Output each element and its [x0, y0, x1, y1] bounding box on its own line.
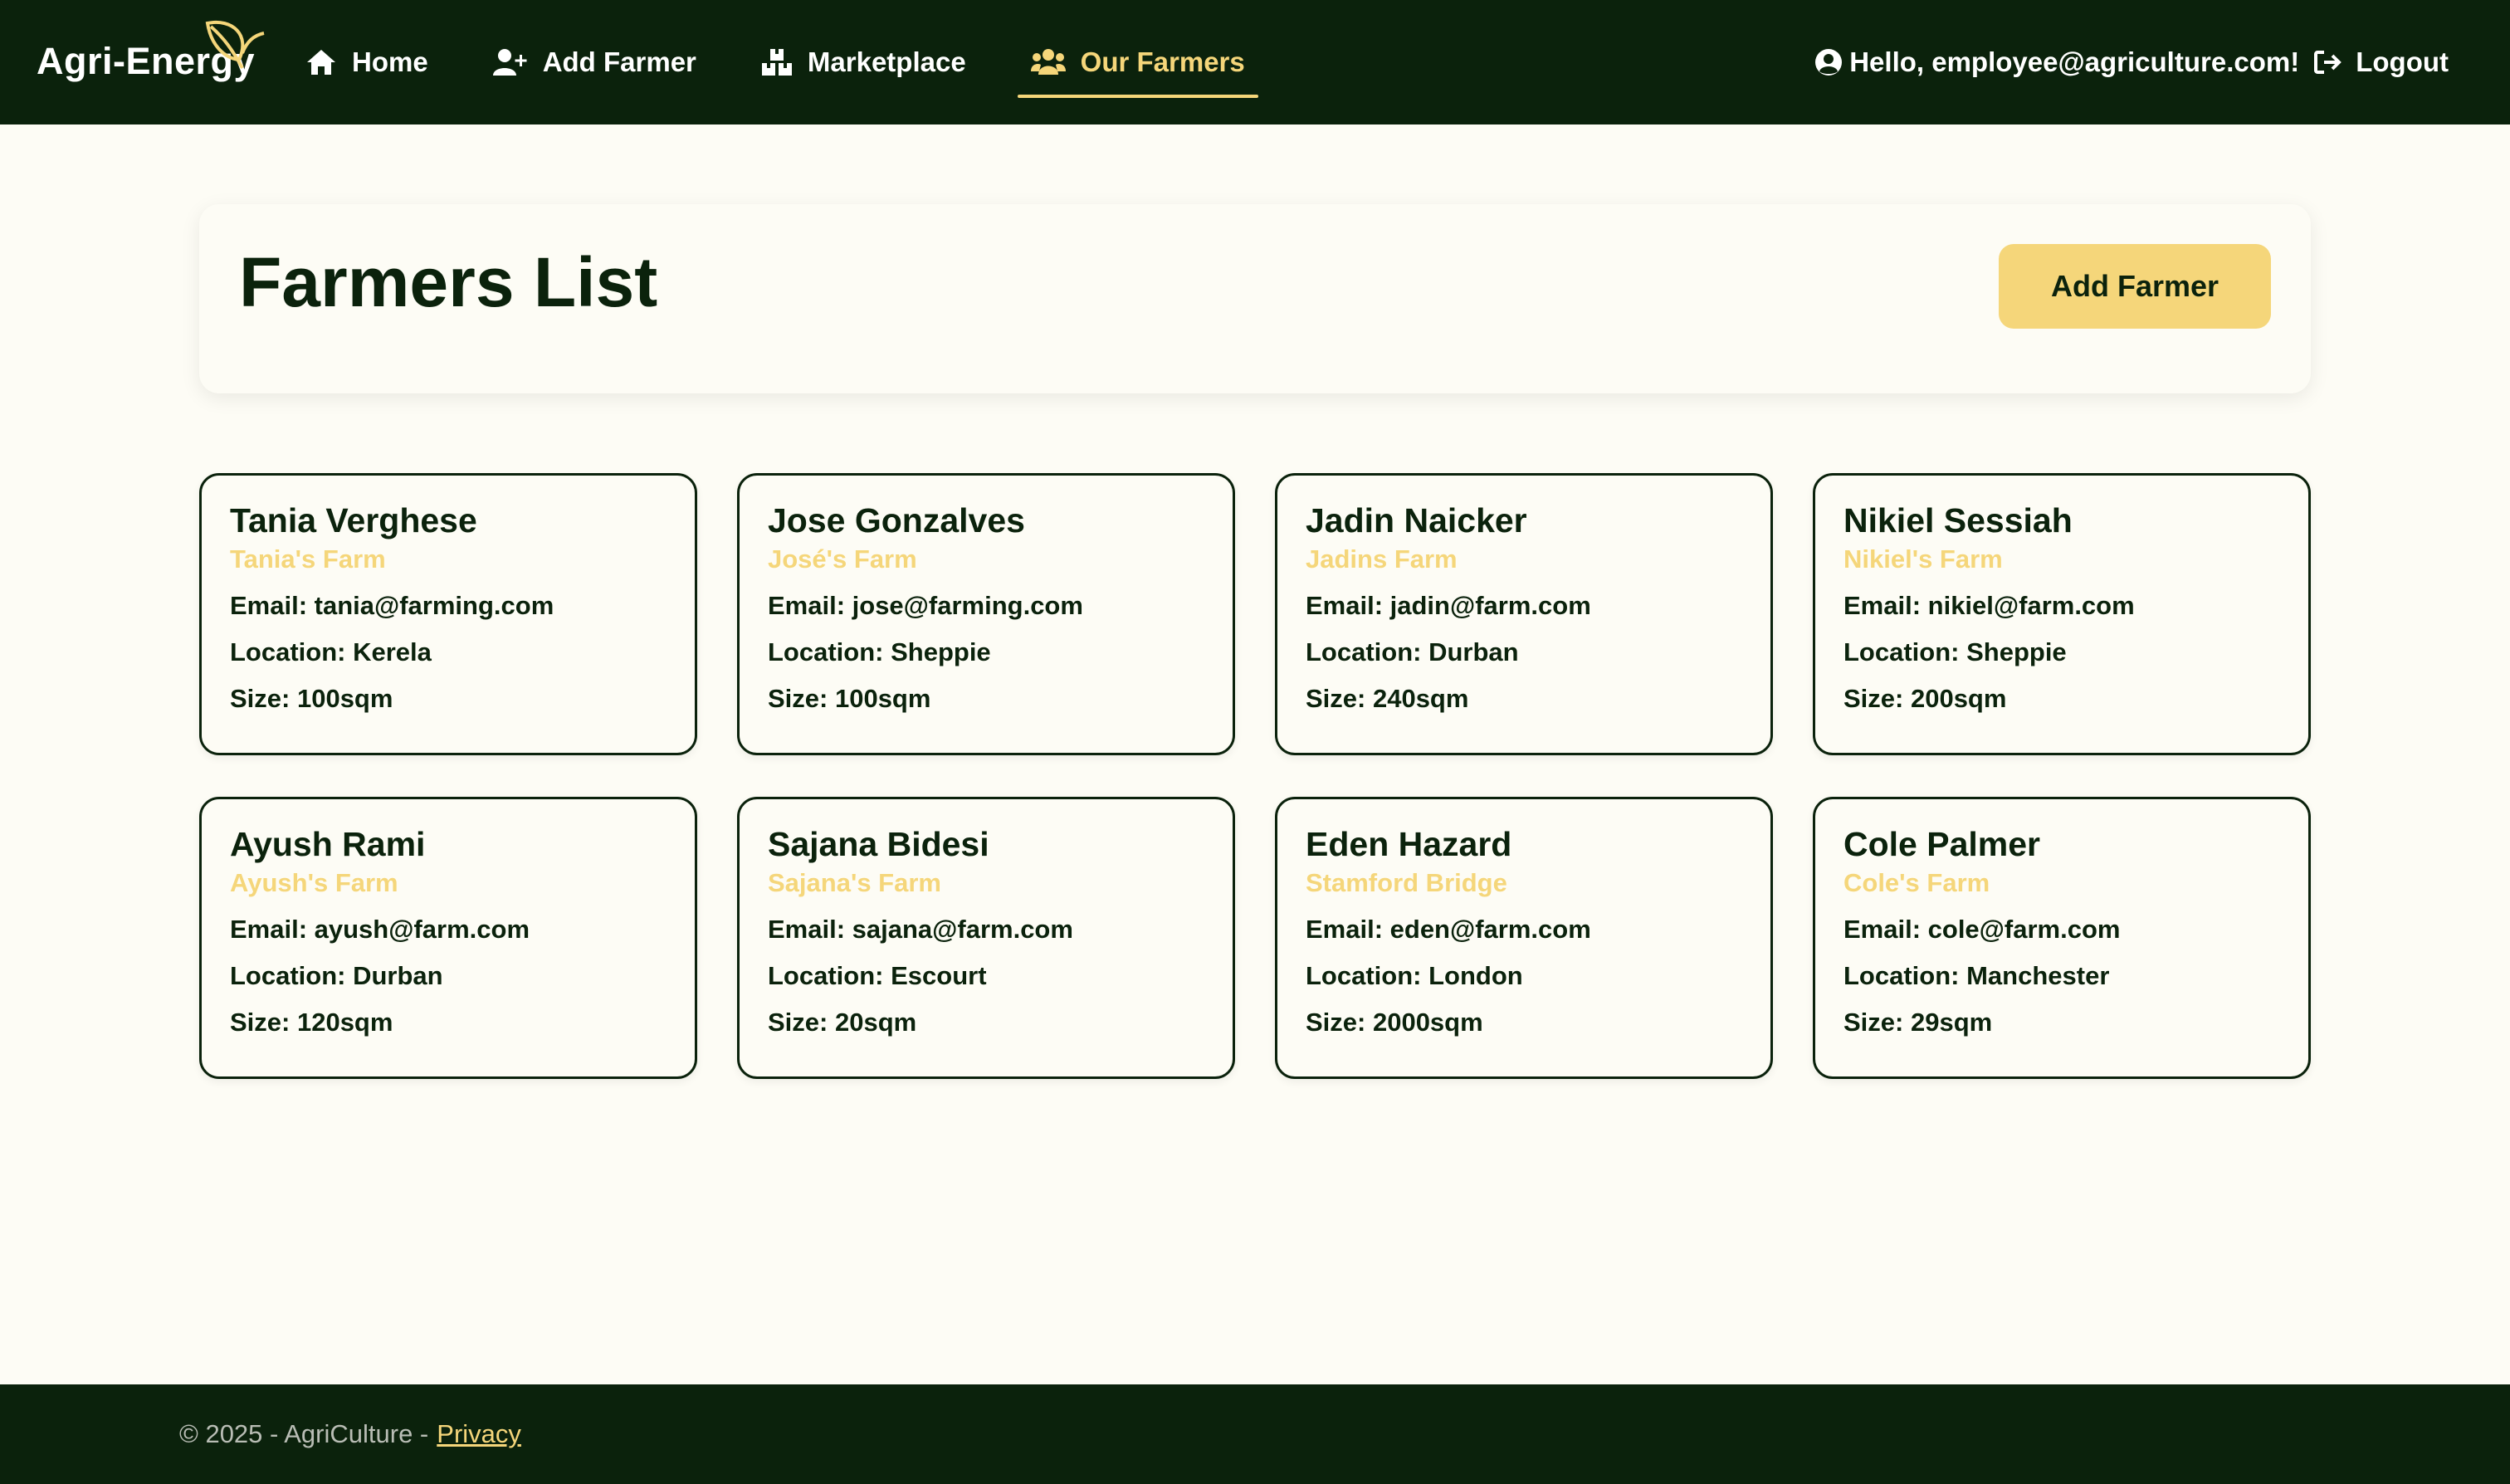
home-icon: [307, 50, 335, 75]
farmer-email: Email: cole@farm.com: [1843, 915, 2121, 945]
user-greeting: Hello, employee@agriculture.com!: [1814, 46, 2299, 78]
farmer-location: Location: Durban: [230, 961, 443, 991]
farmer-location: Location: Kerela: [230, 637, 432, 667]
user-plus-icon: [492, 49, 527, 76]
page-title: Farmers List: [239, 243, 658, 321]
farmer-location: Location: Sheppie: [1843, 637, 2067, 667]
farmer-size: Size: 20sqm: [768, 1008, 917, 1037]
farmer-name: Eden Hazard: [1306, 825, 1512, 863]
farmer-card[interactable]: Jadin Naicker Jadins Farm Email: jadin@f…: [1275, 473, 1773, 755]
farmer-location: Location: Manchester: [1843, 961, 2110, 991]
farmer-location: Location: London: [1306, 961, 1523, 991]
users-icon: [1030, 49, 1066, 75]
farmer-location: Location: Escourt: [768, 961, 987, 991]
farmer-card[interactable]: Nikiel Sessiah Nikiel's Farm Email: niki…: [1813, 473, 2311, 755]
nav-item-label: Home: [352, 46, 428, 77]
farmer-size: Size: 2000sqm: [1306, 1008, 1483, 1037]
farmer-name: Sajana Bidesi: [768, 825, 989, 863]
user-circle-icon: [1815, 49, 1843, 76]
farmer-size: Size: 120sqm: [230, 1008, 393, 1037]
nav-links: Home Add Farmer Marketplace Our Farmers: [305, 0, 1310, 124]
farmer-email: Email: tania@farming.com: [230, 591, 554, 621]
nav-item-label: Add Farmer: [542, 46, 696, 77]
farmer-card[interactable]: Jose Gonzalves José's Farm Email: jose@f…: [737, 473, 1235, 755]
farm-name: Nikiel's Farm: [1843, 544, 2003, 574]
farmer-card[interactable]: Ayush Rami Ayush's Farm Email: ayush@far…: [199, 797, 697, 1079]
add-farmer-button[interactable]: Add Farmer: [1999, 244, 2271, 329]
farmer-email: Email: eden@farm.com: [1306, 915, 1591, 945]
farmer-email: Email: ayush@farm.com: [230, 915, 530, 945]
farmer-location: Location: Sheppie: [768, 637, 991, 667]
nav-item-add-farmer[interactable]: Add Farmer: [492, 0, 696, 124]
farmer-email: Email: sajana@farm.com: [768, 915, 1073, 945]
nav-item-our-farmers[interactable]: Our Farmers: [1017, 0, 1258, 124]
farm-name: Sajana's Farm: [768, 868, 941, 898]
nav-item-home[interactable]: Home: [305, 0, 428, 124]
farmer-size: Size: 200sqm: [1843, 684, 2007, 714]
nav-item-label: Marketplace: [807, 46, 966, 77]
boxes-icon: [761, 49, 792, 76]
farmer-name: Ayush Rami: [230, 825, 426, 863]
farmers-grid: Tania Verghese Tania's Farm Email: tania…: [199, 473, 2311, 1079]
farmer-card[interactable]: Tania Verghese Tania's Farm Email: tania…: [199, 473, 697, 755]
farmer-card[interactable]: Sajana Bidesi Sajana's Farm Email: sajan…: [737, 797, 1235, 1079]
farmer-size: Size: 240sqm: [1306, 684, 1469, 714]
farmer-card[interactable]: Eden Hazard Stamford Bridge Email: eden@…: [1275, 797, 1773, 1079]
farmer-name: Nikiel Sessiah: [1843, 501, 2073, 539]
farm-name: Cole's Farm: [1843, 868, 1990, 898]
nav-item-label: Our Farmers: [1080, 46, 1245, 77]
farmer-email: Email: nikiel@farm.com: [1843, 591, 2135, 621]
page-footer: © 2025 - AgriCulture - Privacy: [0, 1384, 2510, 1484]
leaf-icon: [205, 20, 265, 69]
logout-button[interactable]: Logout: [2314, 46, 2449, 78]
greeting-text: Hello, employee@agriculture.com!: [1849, 46, 2300, 77]
farmer-name: Cole Palmer: [1843, 825, 2040, 863]
copyright-text: © 2025 - AgriCulture -: [179, 1419, 429, 1448]
farmer-size: Size: 100sqm: [768, 684, 931, 714]
farmer-name: Tania Verghese: [230, 501, 477, 539]
farmer-card[interactable]: Cole Palmer Cole's Farm Email: cole@farm…: [1813, 797, 2311, 1079]
farmer-email: Email: jose@farming.com: [768, 591, 1083, 621]
top-navbar: Agri-Energy Home Add Farmer Marketplace …: [0, 0, 2510, 124]
farm-name: Jadins Farm: [1306, 544, 1458, 574]
page-header-card: Farmers List Add Farmer: [199, 204, 2311, 393]
farmer-size: Size: 29sqm: [1843, 1008, 1993, 1037]
farm-name: José's Farm: [768, 544, 917, 574]
nav-item-marketplace[interactable]: Marketplace: [761, 0, 966, 124]
user-area: Hello, employee@agriculture.com! Logout: [1814, 0, 2449, 124]
privacy-link[interactable]: Privacy: [437, 1419, 521, 1449]
farmer-name: Jadin Naicker: [1306, 501, 1527, 539]
farmer-name: Jose Gonzalves: [768, 501, 1025, 539]
farmer-location: Location: Durban: [1306, 637, 1519, 667]
farm-name: Tania's Farm: [230, 544, 386, 574]
farmer-email: Email: jadin@farm.com: [1306, 591, 1591, 621]
farm-name: Ayush's Farm: [230, 868, 398, 898]
farmer-size: Size: 100sqm: [230, 684, 393, 714]
logout-icon: [2314, 51, 2342, 74]
logout-label: Logout: [2356, 46, 2449, 77]
farm-name: Stamford Bridge: [1306, 868, 1507, 898]
